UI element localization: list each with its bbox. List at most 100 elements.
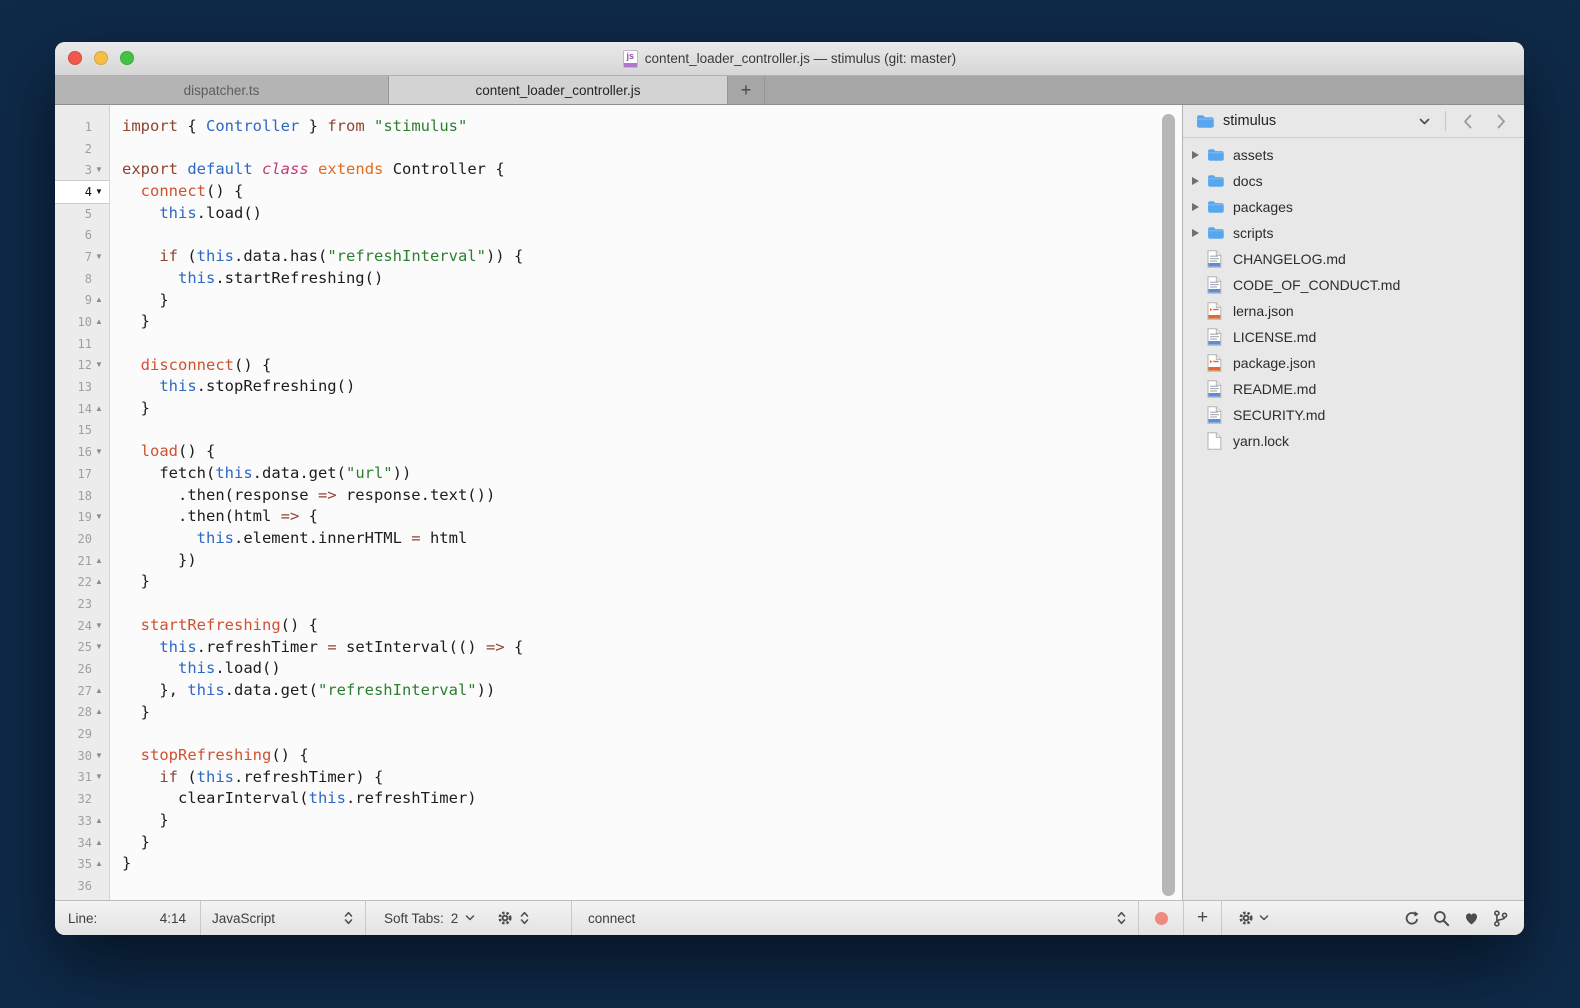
gutter-row[interactable]: 32	[55, 788, 109, 810]
fold-down-icon[interactable]: ▼	[92, 361, 106, 369]
tree-item-code-of-conduct-md[interactable]: CODE_OF_CONDUCT.md	[1183, 272, 1524, 298]
code-line[interactable]: })	[122, 550, 1182, 572]
tree-item-readme-md[interactable]: README.md	[1183, 376, 1524, 402]
search-icon[interactable]	[1433, 910, 1450, 927]
code-line[interactable]: }	[122, 832, 1182, 854]
heart-icon[interactable]	[1463, 910, 1480, 927]
gutter-row[interactable]: 30▼	[55, 745, 109, 767]
new-tab-button[interactable]: +	[727, 76, 765, 104]
chevron-down-icon[interactable]	[1411, 110, 1437, 132]
gutter-row[interactable]: 22▲	[55, 571, 109, 593]
fold-down-icon[interactable]: ▼	[92, 253, 106, 261]
gutter-row[interactable]: 26	[55, 658, 109, 680]
gutter-row[interactable]: 15	[55, 420, 109, 442]
code-line[interactable]: load() {	[122, 441, 1182, 463]
fold-up-icon[interactable]: ▲	[92, 405, 106, 413]
gutter-row[interactable]: 8	[55, 268, 109, 290]
gutter-row[interactable]: 18	[55, 485, 109, 507]
gutter-row[interactable]: 14▲	[55, 398, 109, 420]
code-line[interactable]: }	[122, 571, 1182, 593]
gutter-row[interactable]: 19▼	[55, 506, 109, 528]
fold-up-icon[interactable]: ▲	[92, 860, 106, 868]
gutter-row[interactable]: 28▲	[55, 702, 109, 724]
disclosure-triangle-icon[interactable]	[1183, 203, 1207, 211]
tree-item-changelog-md[interactable]: CHANGELOG.md	[1183, 246, 1524, 272]
code-line[interactable]: .then(response => response.text())	[122, 485, 1182, 507]
fold-up-icon[interactable]: ▲	[92, 839, 106, 847]
code-line[interactable]: this.load()	[122, 203, 1182, 225]
code-line[interactable]	[122, 723, 1182, 745]
code-line[interactable]: this.startRefreshing()	[122, 268, 1182, 290]
updown-stepper-icon[interactable]	[520, 911, 529, 925]
gutter-row[interactable]: 17	[55, 463, 109, 485]
code-line[interactable]: export default class extends Controller …	[122, 159, 1182, 181]
git-branch-icon[interactable]	[1493, 910, 1508, 927]
disclosure-triangle-icon[interactable]	[1183, 151, 1207, 159]
code-line[interactable]	[122, 224, 1182, 246]
gutter-row[interactable]: 23	[55, 593, 109, 615]
code-line[interactable]: clearInterval(this.refreshTimer)	[122, 788, 1182, 810]
soft-tabs-control[interactable]: Soft Tabs: 2	[366, 901, 571, 935]
code-line[interactable]: .then(html => {	[122, 506, 1182, 528]
fold-up-icon[interactable]: ▲	[92, 557, 106, 565]
gutter-row[interactable]: 20	[55, 528, 109, 550]
close-button[interactable]	[68, 51, 82, 65]
code-line[interactable]: }	[122, 702, 1182, 724]
symbol-selector[interactable]: connect	[572, 901, 1138, 935]
gutter-row[interactable]: 35▲	[55, 853, 109, 875]
gutter-row[interactable]: 5	[55, 203, 109, 225]
code-editor[interactable]: 123▼4▼567▼89▲10▲1112▼1314▲1516▼171819▼20…	[55, 105, 1183, 900]
code-line[interactable]: }	[122, 398, 1182, 420]
code-line[interactable]: connect() {	[122, 181, 1182, 203]
gutter-row[interactable]: 31▼	[55, 767, 109, 789]
fold-down-icon[interactable]: ▼	[92, 448, 106, 456]
code-line[interactable]	[122, 138, 1182, 160]
gear-icon[interactable]	[497, 910, 513, 926]
code-line[interactable]: }	[122, 853, 1182, 875]
code-line[interactable]: startRefreshing() {	[122, 615, 1182, 637]
code-line[interactable]	[122, 420, 1182, 442]
gutter-row[interactable]: 27▲	[55, 680, 109, 702]
gutter-row[interactable]: 2	[55, 138, 109, 160]
gutter-row[interactable]: 4▼	[55, 181, 109, 203]
tree-item-yarn-lock[interactable]: yarn.lock	[1183, 428, 1524, 454]
tab-content-loader-controller-js[interactable]: content_loader_controller.js	[389, 76, 727, 104]
fold-down-icon[interactable]: ▼	[92, 513, 106, 521]
chevron-down-icon[interactable]	[465, 915, 475, 921]
code-lines[interactable]: import { Controller } from "stimulus"exp…	[110, 105, 1182, 900]
titlebar[interactable]: js content_loader_controller.js — stimul…	[55, 42, 1524, 76]
tree-item-assets[interactable]: assets	[1183, 142, 1524, 168]
code-line[interactable]: }, this.data.get("refreshInterval"))	[122, 680, 1182, 702]
code-line[interactable]	[122, 875, 1182, 897]
tree-item-package-json[interactable]: package.json	[1183, 350, 1524, 376]
tree-item-packages[interactable]: packages	[1183, 194, 1524, 220]
fold-down-icon[interactable]: ▼	[92, 622, 106, 630]
gutter-row[interactable]: 25▼	[55, 637, 109, 659]
tree-item-scripts[interactable]: scripts	[1183, 220, 1524, 246]
fold-down-icon[interactable]: ▼	[92, 188, 106, 196]
code-line[interactable]: fetch(this.data.get("url"))	[122, 463, 1182, 485]
tree-item-lerna-json[interactable]: lerna.json	[1183, 298, 1524, 324]
gutter-row[interactable]: 11	[55, 333, 109, 355]
code-line[interactable]: }	[122, 311, 1182, 333]
minimize-button[interactable]	[94, 51, 108, 65]
gutter-row[interactable]: 24▼	[55, 615, 109, 637]
fold-up-icon[interactable]: ▲	[92, 296, 106, 304]
gutter-row[interactable]: 13	[55, 376, 109, 398]
code-line[interactable]: if (this.data.has("refreshInterval")) {	[122, 246, 1182, 268]
gutter-row[interactable]: 3▼	[55, 159, 109, 181]
fold-up-icon[interactable]: ▲	[92, 817, 106, 825]
gutter-row[interactable]: 7▼	[55, 246, 109, 268]
code-line[interactable]	[122, 333, 1182, 355]
gutter-row[interactable]: 33▲	[55, 810, 109, 832]
code-line[interactable]: disconnect() {	[122, 355, 1182, 377]
tree-item-license-md[interactable]: LICENSE.md	[1183, 324, 1524, 350]
sidebar-root-name[interactable]: stimulus	[1223, 113, 1276, 129]
code-line[interactable]: this.element.innerHTML = html	[122, 528, 1182, 550]
back-arrow-icon[interactable]	[1454, 110, 1480, 132]
disclosure-triangle-icon[interactable]	[1183, 229, 1207, 237]
gutter-row[interactable]: 29	[55, 723, 109, 745]
code-line[interactable]: this.refreshTimer = setInterval(() => {	[122, 637, 1182, 659]
fold-down-icon[interactable]: ▼	[92, 166, 106, 174]
tree-item-security-md[interactable]: SECURITY.md	[1183, 402, 1524, 428]
